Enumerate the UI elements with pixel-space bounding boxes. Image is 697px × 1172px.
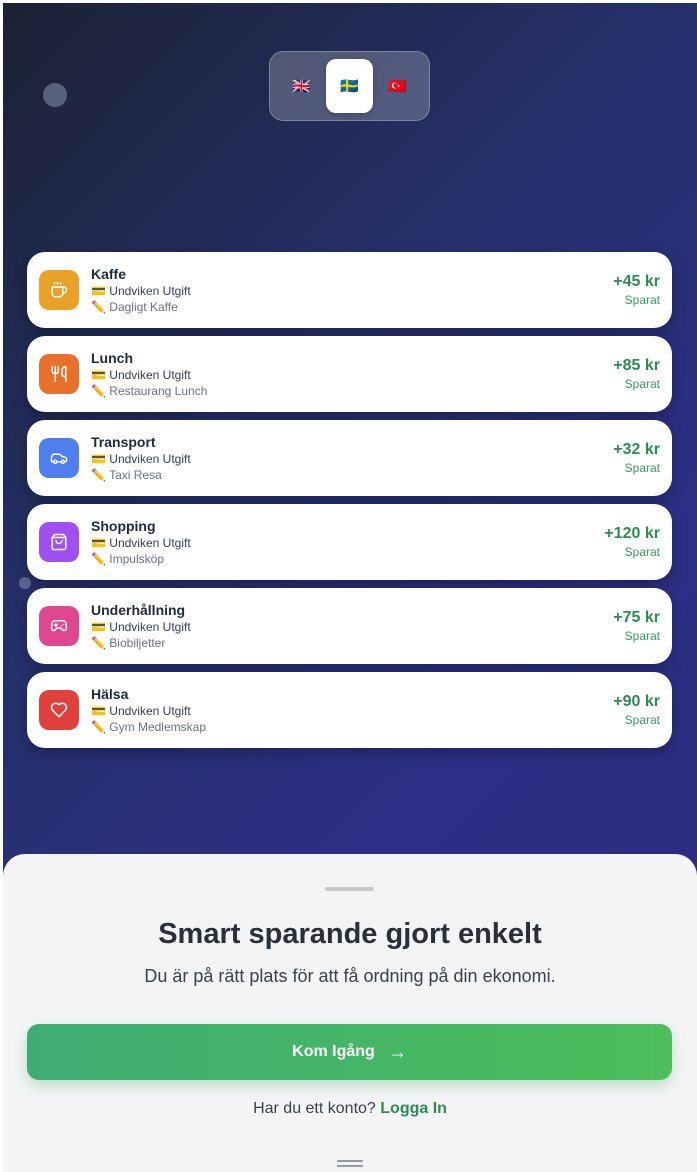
card-type: Undviken Utgift — [109, 703, 191, 718]
pencil-icon: ✏️ — [91, 467, 106, 482]
app-screen: 🇬🇧 🇸🇪 🇹🇷 Kaffe 💳 Undviken Utgift ✏️ Dagl… — [3, 3, 697, 1172]
credit-card-icon: 💳 — [91, 283, 106, 298]
uk-flag-icon: 🇬🇧 — [292, 78, 311, 95]
credit-card-icon: 💳 — [91, 367, 106, 382]
onboarding-sheet: Smart sparande gjort enkelt Du är på rät… — [3, 854, 697, 1172]
savings-card-lunch[interactable]: Lunch 💳 Undviken Utgift ✏️ Restaurang Lu… — [27, 336, 672, 412]
card-title: Transport — [91, 433, 156, 450]
card-title: Shopping — [91, 517, 156, 534]
turkey-flag-icon: 🇹🇷 — [388, 78, 407, 95]
saved-amount: +75 kr — [613, 609, 660, 626]
language-switcher: 🇬🇧 🇸🇪 🇹🇷 — [269, 51, 430, 121]
drag-handle-icon[interactable] — [337, 1160, 363, 1167]
card-type: Undviken Utgift — [109, 619, 191, 634]
coffee-icon — [39, 270, 79, 310]
gamepad-icon — [39, 606, 79, 646]
saved-amount: +32 kr — [613, 441, 660, 458]
pencil-icon: ✏️ — [91, 383, 106, 398]
pencil-icon: ✏️ — [91, 551, 106, 566]
language-option-tr[interactable]: 🇹🇷 — [374, 59, 421, 113]
arrow-right-icon: → — [388, 1041, 407, 1062]
pencil-icon: ✏️ — [91, 719, 106, 734]
card-type: Undviken Utgift — [109, 451, 191, 466]
car-icon — [39, 438, 79, 478]
card-note: Biobiljetter — [109, 635, 166, 650]
decorative-dot — [43, 83, 67, 107]
saved-label: Sparat — [624, 461, 660, 475]
sheet-title: Smart sparande gjort enkelt — [158, 918, 542, 950]
credit-card-icon: 💳 — [91, 535, 106, 550]
saved-label: Sparat — [624, 545, 660, 559]
card-title: Kaffe — [91, 265, 127, 282]
saved-label: Sparat — [624, 713, 660, 727]
card-type: Undviken Utgift — [109, 283, 191, 298]
language-option-en[interactable]: 🇬🇧 — [278, 59, 325, 113]
card-title: Underhållning — [91, 601, 186, 618]
saved-amount: +90 kr — [613, 693, 660, 710]
shopping-bag-icon — [39, 522, 79, 562]
login-prompt: Har du ett konto? — [253, 1100, 376, 1117]
get-started-button[interactable]: Kom Igång → — [27, 1024, 672, 1080]
heart-icon — [39, 690, 79, 730]
savings-card-halsa[interactable]: Hälsa 💳 Undviken Utgift ✏️ Gym Medlemska… — [27, 672, 672, 748]
savings-card-transport[interactable]: Transport 💳 Undviken Utgift ✏️ Taxi Resa… — [27, 420, 672, 496]
pencil-icon: ✏️ — [91, 635, 106, 650]
saved-label: Sparat — [624, 629, 660, 643]
card-note: Impulsköp — [109, 551, 164, 566]
savings-card-shopping[interactable]: Shopping 💳 Undviken Utgift ✏️ Impulsköp … — [27, 504, 672, 580]
saved-label: Sparat — [624, 293, 660, 307]
card-title: Hälsa — [91, 685, 129, 702]
card-note: Gym Medlemskap — [109, 719, 206, 734]
card-type: Undviken Utgift — [109, 367, 191, 382]
login-prompt-line: Har du ett konto? Logga In — [3, 1100, 697, 1118]
credit-card-icon: 💳 — [91, 451, 106, 466]
sheet-grabber[interactable] — [325, 887, 374, 891]
savings-card-kaffe[interactable]: Kaffe 💳 Undviken Utgift ✏️ Dagligt Kaffe… — [27, 252, 672, 328]
language-option-sv[interactable]: 🇸🇪 — [326, 59, 373, 113]
card-note: Restaurang Lunch — [109, 383, 208, 398]
saved-amount: +45 kr — [613, 273, 660, 290]
savings-list: Kaffe 💳 Undviken Utgift ✏️ Dagligt Kaffe… — [27, 252, 672, 756]
get-started-label: Kom Igång — [292, 1043, 375, 1060]
credit-card-icon: 💳 — [91, 703, 106, 718]
savings-card-underhallning[interactable]: Underhållning 💳 Undviken Utgift ✏️ Biobi… — [27, 588, 672, 664]
card-type: Undviken Utgift — [109, 535, 191, 550]
pencil-icon: ✏️ — [91, 299, 106, 314]
saved-label: Sparat — [624, 377, 660, 391]
card-note: Taxi Resa — [109, 467, 162, 482]
sweden-flag-icon: 🇸🇪 — [340, 78, 359, 95]
saved-amount: +85 kr — [613, 357, 660, 374]
login-link[interactable]: Logga In — [380, 1100, 447, 1117]
card-note: Dagligt Kaffe — [109, 299, 178, 314]
utensils-icon — [39, 354, 79, 394]
sheet-subtitle: Du är på rätt plats för att få ordning p… — [144, 966, 556, 986]
saved-amount: +120 kr — [604, 525, 660, 542]
credit-card-icon: 💳 — [91, 619, 106, 634]
card-title: Lunch — [91, 349, 133, 366]
